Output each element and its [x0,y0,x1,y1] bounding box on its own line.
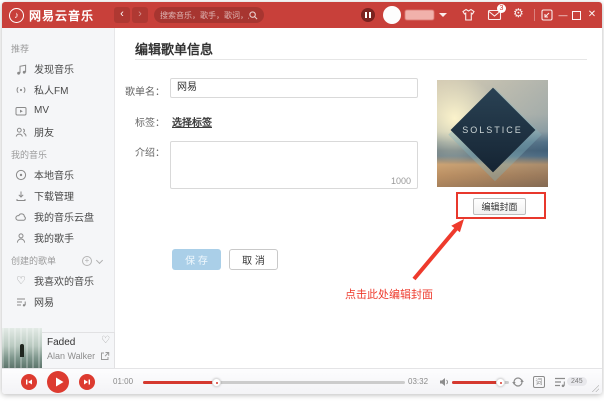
play-queue-count: 245 [567,377,587,386]
volume-bar[interactable] [452,378,509,387]
search-icon [249,10,258,19]
play-button[interactable] [47,371,69,393]
gear-icon[interactable]: ⚙ [513,6,524,20]
sidebar-item-playlist-wangyi[interactable]: 网易 [2,291,114,312]
title-bar: ♪ 网易云音乐 ‹ › 搜索音乐，歌手，歌词，用户 3 ⚙ [2,2,602,28]
minimize-icon[interactable]: — [556,8,570,22]
mv-play-icon [15,106,27,115]
mini-mode-icon[interactable] [541,9,553,21]
titlebar-divider [534,9,535,21]
person-icon [16,232,26,243]
fm-radio-icon [16,86,26,93]
add-playlist-icon[interactable]: + [82,255,92,266]
share-icon[interactable] [100,351,110,361]
char-counter: 1000 [390,176,411,186]
like-heart-icon[interactable]: ♡ [101,335,110,346]
loop-mode-icon[interactable] [511,375,525,389]
maximize-icon[interactable] [570,10,584,24]
resize-grip[interactable] [592,385,599,392]
next-icon [84,379,90,385]
download-icon [16,191,26,201]
player-bar: 01:00 03:32 词 245 [2,368,602,394]
friends-icon [15,127,27,137]
playlist-name-label: 歌单名： [125,87,165,98]
music-note-icon [17,64,27,75]
sidebar-item-download-manager[interactable]: 下载管理 [2,185,114,206]
sidebar-item-local-music[interactable]: 本地音乐 [2,164,114,185]
logo-icon: ♪ [9,7,24,23]
sidebar-item-personal-fm[interactable]: 私人FM [2,79,114,100]
description-label: 介绍： [135,148,165,159]
sidebar-header-created-playlists: 创建的歌单 + [2,248,114,270]
back-button[interactable]: ‹ [114,7,130,23]
volume-icon[interactable] [439,377,450,387]
now-playing-panel: Faded Alan Walker ♡ [42,332,115,368]
cloud-icon [15,212,26,221]
progress-thumb[interactable] [212,378,222,387]
track-artist[interactable]: Alan Walker [47,351,95,361]
description-textarea[interactable]: 1000 [170,141,418,189]
sidebar-item-friends[interactable]: 朋友 [2,121,114,142]
volume-thumb[interactable] [496,378,506,387]
playlist-cover-image[interactable]: SOLSTICE [437,80,548,187]
forward-button[interactable]: › [132,7,148,23]
sidebar-item-mv[interactable]: MV [2,100,114,121]
playlist-name-input[interactable]: 网易 [170,78,418,98]
sidebar-item-discover[interactable]: 发现音乐 [2,58,114,79]
sidebar-header-recommend: 推荐 [11,44,30,54]
time-current: 01:00 [113,377,134,386]
progress-bar[interactable] [143,378,405,387]
volume-fill [452,381,501,384]
sidebar-item-liked-music[interactable]: ♡ 我喜欢的音乐 [2,270,114,291]
sidebar-header-my-music: 我的音乐 [11,150,48,160]
sidebar-item-my-singers[interactable]: 我的歌手 [2,227,114,248]
next-button[interactable] [79,374,95,390]
disc-icon [15,169,27,180]
playlist-icon [17,298,26,306]
app-title: 网易云音乐 [29,8,95,23]
search-placeholder: 搜索音乐，歌手，歌词，用户 [160,10,249,20]
close-icon[interactable]: ✕ [585,8,599,22]
previous-button[interactable] [21,374,37,390]
save-button[interactable]: 保 存 [172,249,221,270]
track-title: Faded [47,337,76,348]
annotation-arrow [412,219,464,281]
cancel-button[interactable]: 取 消 [229,249,278,270]
sidebar: 推荐 发现音乐 私人FM MV 朋友 我的音乐 本地音乐 下载管理 我的音乐云盘… [2,28,115,368]
username-redacted [405,10,434,20]
app-window: ♪ 网易云音乐 ‹ › 搜索音乐，歌手，歌词，用户 3 ⚙ [2,2,602,394]
heart-icon: ♡ [16,275,26,287]
tags-label: 标签： [135,118,165,129]
search-input[interactable]: 搜索音乐，歌手，歌词，用户 [154,7,264,23]
play-queue-icon[interactable] [554,376,566,388]
app-logo[interactable]: ♪ 网易云音乐 [9,2,94,28]
theme-shirt-icon[interactable] [461,8,476,22]
play-icon [55,377,63,387]
user-menu-caret-icon[interactable] [439,13,447,17]
collapse-chevron-icon[interactable] [95,256,104,265]
user-avatar[interactable] [383,6,401,24]
select-tags-link[interactable]: 选择标签 [172,114,212,129]
previous-icon [26,379,32,385]
playing-indicator-icon[interactable] [361,8,375,22]
page-title: 编辑歌单信息 [135,42,214,57]
progress-fill [143,381,217,384]
cover-title-text: SOLSTICE [462,125,523,135]
mail-badge: 3 [497,4,506,13]
time-total: 03:32 [408,377,429,386]
now-playing-artwork[interactable] [2,328,42,368]
title-divider [135,59,587,60]
edit-cover-button[interactable]: 编辑封面 [473,198,526,215]
annotation-text: 点击此处编辑封面 [345,289,433,301]
lyrics-icon[interactable]: 词 [533,376,545,388]
sidebar-item-cloud-disk[interactable]: 我的音乐云盘 [2,206,114,227]
